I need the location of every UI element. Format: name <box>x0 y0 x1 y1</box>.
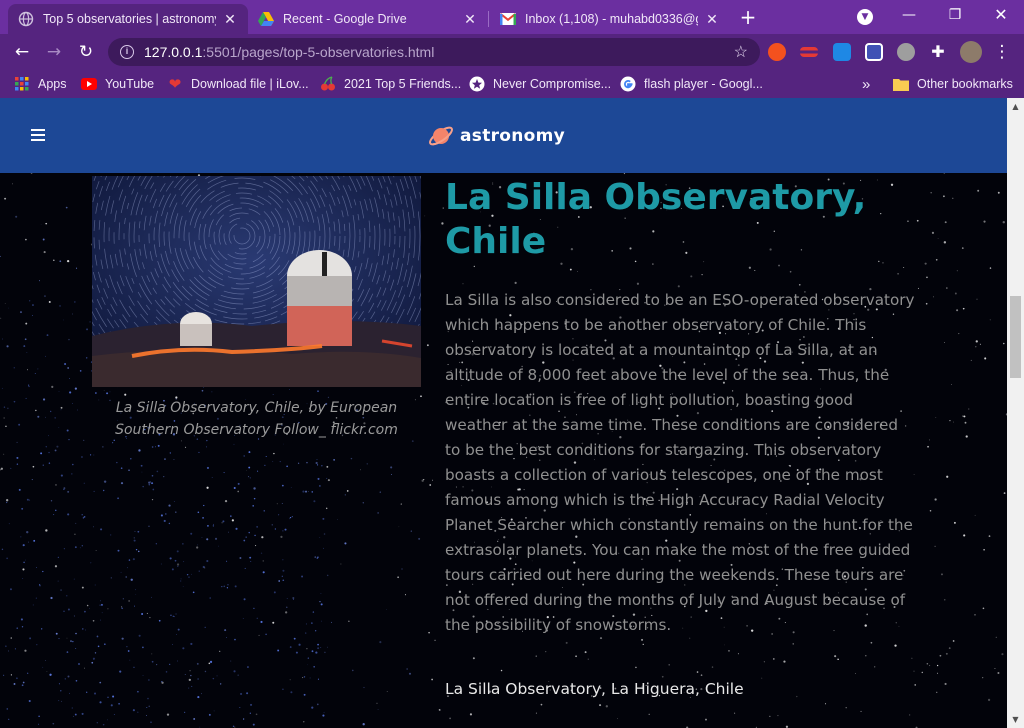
bookmark-top-5-friends[interactable]: 2021 Top 5 Friends... <box>320 76 461 92</box>
browser-toolbar: ← → ↻ i 127.0.0.1:5501/pages/top-5-obser… <box>0 34 1024 70</box>
cherries-icon <box>320 76 336 92</box>
extensions-puzzle-icon[interactable]: ✚ <box>929 43 947 61</box>
scroll-down-arrow-icon[interactable]: ▼ <box>1007 711 1024 728</box>
heart-icon: ❤ <box>168 76 182 93</box>
globe-icon <box>18 11 34 27</box>
address-bar[interactable]: i 127.0.0.1:5501/pages/top-5-observatori… <box>108 38 760 66</box>
extension-vpn-globe-icon[interactable] <box>897 43 915 61</box>
url-path: :5501/pages/top-5-observatories.html <box>202 44 435 60</box>
restore-icon[interactable]: ❐ <box>940 4 970 26</box>
gmail-icon <box>500 11 516 27</box>
planet-logo-icon <box>429 126 453 146</box>
close-tab-icon[interactable]: ✕ <box>462 11 478 28</box>
observatory-location: La Silla Observatory, La Higuera, Chile <box>445 680 744 698</box>
other-bookmarks-label: Other bookmarks <box>917 77 1013 91</box>
page-viewport: astronomy La Silla Observatory, Chile, b… <box>0 98 1007 728</box>
scroll-up-arrow-icon[interactable]: ▲ <box>1007 98 1024 115</box>
google-drive-icon <box>258 11 274 27</box>
tab-title: Inbox (1,108) - muhabd0336@gma <box>525 12 698 26</box>
minimize-icon[interactable]: — <box>894 4 924 26</box>
bookmark-label: Never Compromise... <box>493 77 612 91</box>
tab-google-drive[interactable]: Recent - Google Drive ✕ <box>248 4 488 34</box>
tab-separator <box>488 11 489 27</box>
new-tab-button[interactable]: + <box>736 6 760 30</box>
google-icon <box>620 76 636 92</box>
brand-name: astronomy <box>460 126 566 146</box>
bookmark-label: flash player - Googl... <box>644 77 763 91</box>
site-navbar: astronomy <box>0 98 1007 173</box>
folder-icon <box>893 76 909 92</box>
extension-screen-capture-icon[interactable] <box>865 43 883 61</box>
other-bookmarks-folder[interactable]: Other bookmarks <box>893 76 1013 92</box>
article-body: La Silla is also considered to be an ESO… <box>445 291 915 634</box>
extension-cloud-icon[interactable] <box>833 43 851 61</box>
reload-icon[interactable]: ↻ <box>74 40 98 64</box>
scrollbar-thumb[interactable] <box>1010 296 1021 378</box>
hamburger-menu-icon[interactable] <box>31 129 45 141</box>
bookmark-youtube[interactable]: YouTube <box>81 76 154 92</box>
bookmark-label: Download file | iLov... <box>191 77 309 91</box>
profile-avatar[interactable] <box>960 41 982 63</box>
observatory-photo <box>92 176 421 387</box>
bookmark-label: Apps <box>38 77 67 91</box>
apps-grid-icon <box>14 76 30 92</box>
back-arrow-icon[interactable]: ← <box>10 40 34 64</box>
article-heading: La Silla Observatory, Chile <box>445 177 867 262</box>
bookmark-apps[interactable]: Apps <box>14 76 67 92</box>
youtube-icon <box>81 76 97 92</box>
menu-kebab-icon[interactable]: ⋮ <box>990 40 1014 64</box>
tab-title: Recent - Google Drive <box>283 12 407 26</box>
bookmark-label: 2021 Top 5 Friends... <box>344 77 462 91</box>
tab-top-5-observatories[interactable]: Top 5 observatories | astronomy ✕ <box>8 4 248 34</box>
badge-icon <box>469 76 485 92</box>
more-bookmarks-chevron-icon[interactable]: » <box>862 76 870 93</box>
bookmarks-bar: Apps YouTube ❤ Download file | iLov... 2… <box>0 70 1024 98</box>
close-tab-icon[interactable]: ✕ <box>222 11 238 28</box>
close-tab-icon[interactable]: ✕ <box>704 11 720 28</box>
close-window-icon[interactable]: ✕ <box>986 4 1016 26</box>
tab-title: Top 5 observatories | astronomy <box>43 12 216 26</box>
bookmark-ilovepdf[interactable]: ❤ Download file | iLov... <box>167 76 309 93</box>
bookmark-label: YouTube <box>105 77 155 91</box>
photo-caption: La Silla Observatory, Chile, by European… <box>115 400 398 438</box>
bookmark-never-compromise[interactable]: Never Compromise... <box>469 76 611 92</box>
extension-infinity-icon[interactable] <box>768 43 786 61</box>
site-info-icon[interactable]: i <box>120 45 134 59</box>
tab-strip: Top 5 observatories | astronomy ✕ Recent… <box>0 0 1024 34</box>
tab-gmail-inbox[interactable]: Inbox (1,108) - muhabd0336@gma ✕ <box>490 4 730 34</box>
bookmark-star-icon[interactable]: ☆ <box>734 42 748 62</box>
bookmark-flash-player[interactable]: flash player - Googl... <box>620 76 763 92</box>
page-scrollbar[interactable]: ▲ ▼ <box>1007 98 1024 728</box>
tab-search-chevron-icon[interactable]: ▼ <box>857 9 873 25</box>
url-host: 127.0.0.1 <box>144 44 203 60</box>
extension-stripes-icon[interactable] <box>800 47 818 57</box>
site-brand[interactable]: astronomy <box>427 122 565 150</box>
forward-arrow-icon[interactable]: → <box>42 40 66 64</box>
